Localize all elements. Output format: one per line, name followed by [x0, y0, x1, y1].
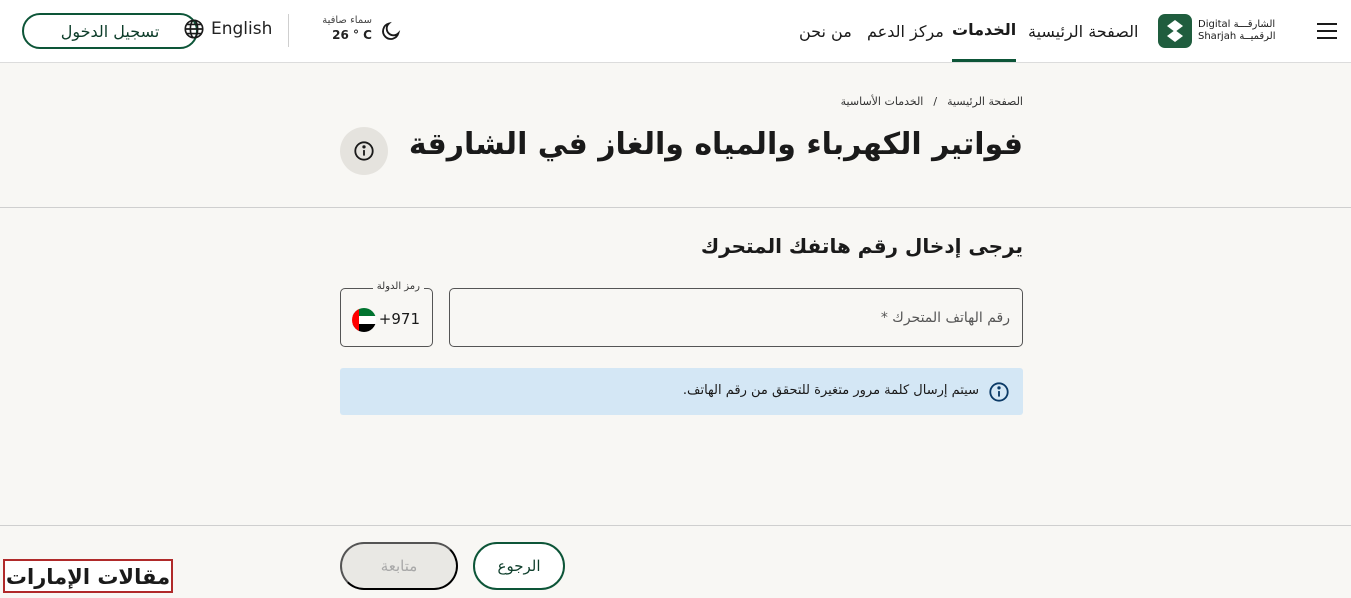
- digital-sharjah-logo[interactable]: Digital الشارقـــة Sharjah الرقميــة: [1158, 14, 1276, 48]
- hamburger-menu-icon[interactable]: [1317, 23, 1337, 39]
- language-switcher[interactable]: English: [183, 18, 272, 40]
- page-title: فواتير الكهرباء والمياه والغاز في الشارق…: [408, 127, 1023, 162]
- sharjah-logo-icon: [1158, 14, 1192, 48]
- logo-wordmark: Digital الشارقـــة Sharjah الرقميــة: [1198, 19, 1276, 43]
- country-code-label: رمز الدولة: [372, 281, 424, 292]
- logo-en-line2: Sharjah: [1198, 31, 1237, 42]
- mobile-number-input[interactable]: [450, 289, 1022, 346]
- uae-flag-icon: [352, 308, 376, 332]
- info-button[interactable]: [340, 127, 388, 175]
- header-divider: [288, 14, 289, 47]
- nav-item-support[interactable]: مركز الدعم: [867, 0, 944, 63]
- country-code-value: +971: [378, 310, 420, 328]
- otp-notice-text: سيتم إرسال كلمة مرور متغيرة للتحقق من رق…: [682, 383, 979, 398]
- weather-widget: سماء صافية 26 ° C: [310, 14, 372, 43]
- nav-item-services[interactable]: الخدمات: [952, 0, 1017, 62]
- weather-temperature: 26 ° C: [332, 28, 372, 42]
- breadcrumb-basic-services[interactable]: الخدمات الأساسية: [841, 95, 924, 108]
- logo-ar-line1: الشارقـــة: [1233, 19, 1276, 30]
- continue-button[interactable]: متابعة: [340, 542, 458, 590]
- weather-condition: سماء صافية: [322, 15, 372, 26]
- login-button[interactable]: تسجيل الدخول: [22, 13, 198, 49]
- breadcrumb: الصفحة الرئيسية / الخدمات الأساسية: [841, 95, 1023, 108]
- otp-notice: سيتم إرسال كلمة مرور متغيرة للتحقق من رق…: [340, 368, 1023, 415]
- logo-ar-line2: الرقميــة: [1239, 31, 1276, 42]
- logo-en-line1: Digital: [1198, 19, 1231, 30]
- footer-divider: [0, 525, 1351, 526]
- svg-text:مقالات الإمارات: مقالات الإمارات: [6, 565, 170, 589]
- back-button[interactable]: الرجوع: [473, 542, 565, 590]
- breadcrumb-home[interactable]: الصفحة الرئيسية: [947, 95, 1023, 108]
- mobile-number-field[interactable]: [449, 288, 1023, 347]
- breadcrumb-separator: /: [933, 95, 938, 108]
- top-header: تسجيل الدخول English سماء صافية 26 ° C م…: [0, 0, 1351, 63]
- title-band: الصفحة الرئيسية / الخدمات الأساسية فواتي…: [0, 63, 1351, 208]
- info-icon: [989, 382, 1009, 402]
- info-icon: [354, 141, 374, 161]
- nav-item-home[interactable]: الصفحة الرئيسية: [1028, 0, 1138, 63]
- country-code-select[interactable]: رمز الدولة +971: [340, 281, 433, 347]
- watermark-logo: مقالات الإمارات: [3, 559, 173, 593]
- moon-icon[interactable]: [380, 20, 402, 42]
- form-heading: يرجى إدخال رقم هاتفك المتحرك: [700, 234, 1023, 258]
- nav-item-about[interactable]: من نحن: [799, 0, 852, 63]
- globe-icon: [184, 19, 204, 39]
- language-label: English: [211, 19, 273, 39]
